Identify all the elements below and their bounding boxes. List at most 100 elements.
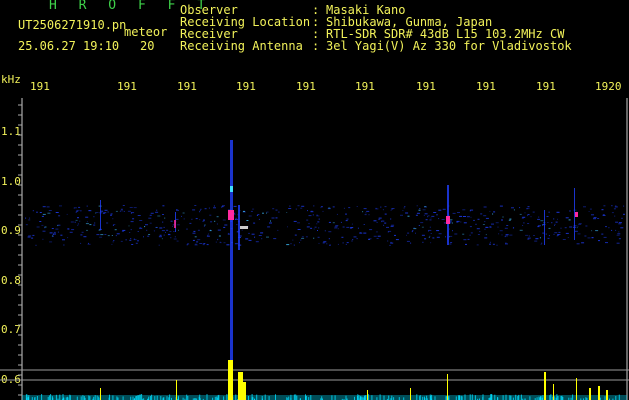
noise-pixel [206,243,208,245]
power-peak [447,374,448,400]
power-noise-bar [80,396,82,400]
noise-pixel [489,210,491,212]
noise-pixel [314,226,317,228]
noise-pixel [261,238,263,240]
noise-pixel [328,207,331,209]
noise-pixel [288,208,292,209]
noise-pixel [167,234,171,236]
noise-pixel [613,208,616,210]
noise-pixel [504,227,508,229]
noise-pixel [390,209,392,211]
noise-pixel [173,231,175,232]
noise-pixel [395,239,399,241]
noise-pixel [556,235,558,237]
noise-pixel [269,222,272,224]
noise-pixel [328,238,330,240]
noise-pixel [346,226,350,228]
noise-pixel [526,208,530,210]
power-peak [606,390,608,400]
power-noise-bar [261,396,263,400]
noise-pixel [199,211,201,213]
power-noise-bar [359,395,361,400]
noise-pixel [391,208,395,209]
noise-pixel [539,237,541,239]
noise-pixel [88,242,89,244]
noise-pixel [186,228,188,230]
noise-pixel [365,212,367,214]
power-noise-bar [494,394,496,400]
noise-pixel [345,220,348,222]
noise-pixel [41,224,44,226]
noise-pixel [532,211,535,213]
power-noise-bar [515,394,517,400]
noise-pixel [584,235,587,237]
noise-pixel [415,232,416,234]
noise-pixel [356,206,358,207]
noise-pixel [466,216,470,218]
noise-pixel [258,218,260,220]
noise-pixel [213,205,215,207]
noise-pixel [86,221,88,223]
noise-pixel [423,214,425,216]
noise-pixel [527,214,530,216]
power-noise-bar [268,396,270,400]
noise-pixel [378,217,382,219]
meteor-streak [447,185,449,245]
noise-pixel [412,230,414,232]
noise-pixel [577,233,581,235]
noise-pixel [176,209,179,211]
noise-pixel [197,229,200,231]
noise-pixel [470,232,473,234]
noise-pixel [162,221,164,223]
power-peak [598,386,600,400]
noise-pixel [110,213,113,215]
meteor-echo-trail [240,226,248,229]
noise-pixel [588,211,590,212]
left-axis-ticks [18,104,22,396]
noise-pixel [125,239,127,241]
noise-pixel [465,243,467,245]
power-noise-bar [160,396,162,400]
noise-pixel [318,242,320,244]
noise-pixel [386,226,389,228]
noise-pixel [616,234,620,236]
noise-pixel [295,208,297,210]
noise-pixel [156,209,158,211]
noise-pixel [484,221,486,223]
noise-pixel [59,205,62,207]
noise-pixel [555,221,558,223]
noise-pixel [459,215,463,217]
noise-pixel [75,219,78,221]
noise-pixel [329,244,331,246]
power-noise-bar [550,394,552,400]
noise-pixel [521,217,524,219]
noise-pixel [316,223,318,225]
power-noise-bar [510,395,512,400]
noise-pixel [273,238,277,240]
noise-pixel [406,234,407,236]
noise-pixel [454,233,458,235]
noise-pixel [342,226,345,228]
power-noise-bar [434,396,436,400]
noise-pixel [313,205,315,207]
power-noise-bar [288,396,290,400]
noise-pixel [222,205,225,207]
noise-pixel [501,234,503,236]
noise-pixel [266,236,269,238]
power-noise-bar [186,394,188,400]
power-noise-bar [419,396,421,400]
noise-pixel [102,213,105,214]
noise-pixel [605,242,608,244]
noise-pixel [203,225,205,227]
noise-pixel [505,243,508,245]
noise-pixel [85,223,89,225]
power-noise-bar [41,394,43,400]
power-noise-bar [557,396,559,400]
power-noise-bar [458,395,460,400]
noise-pixel [558,231,561,233]
noise-pixel [106,222,109,224]
noise-pixel [173,238,177,240]
power-noise-bar [383,395,385,400]
noise-pixel [477,234,480,235]
noise-pixel [60,234,63,236]
